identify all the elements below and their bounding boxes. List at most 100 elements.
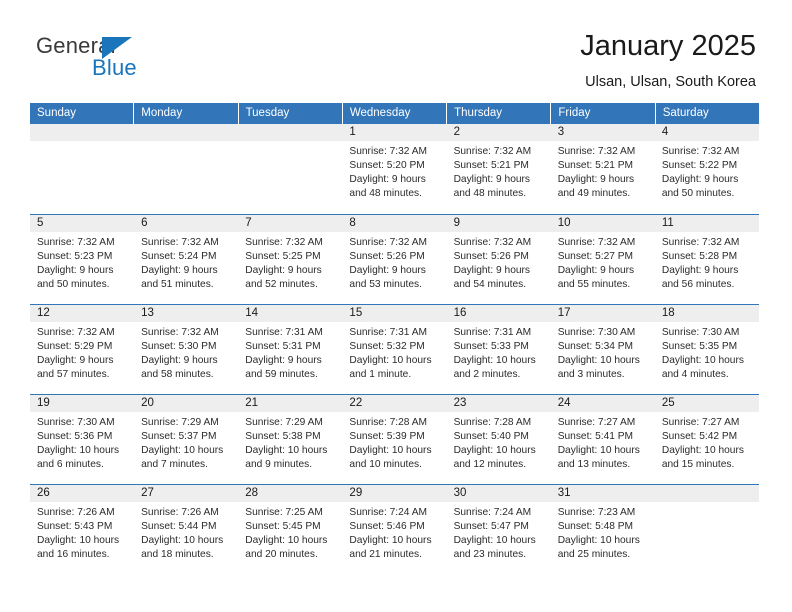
day-number: 8	[342, 215, 447, 232]
day-detail-sunrise: Sunrise: 7:32 AM	[37, 237, 115, 248]
calendar-day-cell[interactable]: 24 Sunrise: 7:27 AM Sunset: 5:41 PM Dayligh…	[550, 395, 655, 484]
calendar-day-cell[interactable]: 18 Sunrise: 7:30 AM Sunset: 5:35 PM Dayligh…	[654, 305, 759, 394]
day-detail-daylight-2: and 12 minutes.	[453, 459, 527, 471]
day-detail-daylight-1: Daylight: 9 hours	[37, 265, 114, 277]
day-detail-daylight-2: and 54 minutes.	[453, 279, 527, 291]
day-detail-sunrise: Sunrise: 7:28 AM	[453, 417, 532, 428]
day-detail-daylight-2: and 53 minutes.	[349, 279, 422, 291]
day-details: Sunrise: 7:32 AM Sunset: 5:24 PM Daylight:…	[134, 232, 238, 292]
calendar-day-cell[interactable]: 16 Sunrise: 7:31 AM Sunset: 5:33 PM Dayligh…	[446, 305, 551, 394]
day-detail-daylight-2: and 48 minutes.	[349, 188, 422, 200]
day-details: Sunrise: 7:28 AM Sunset: 5:40 PM Daylight:…	[447, 412, 551, 472]
day-number: 12	[30, 305, 135, 322]
day-number	[134, 124, 239, 141]
day-details: Sunrise: 7:32 AM Sunset: 5:22 PM Daylight:…	[655, 141, 759, 201]
calendar-day-cell[interactable]: 27 Sunrise: 7:26 AM Sunset: 5:44 PM Dayligh…	[134, 485, 239, 574]
calendar-day-cell[interactable]: 5 Sunrise: 7:32 AM Sunset: 5:23 PM Daylight…	[30, 215, 135, 304]
day-detail-sunrise: Sunrise: 7:32 AM	[557, 237, 636, 248]
day-detail-sunset: Sunset: 5:32 PM	[349, 341, 425, 353]
calendar-day-cell[interactable]: 1 Sunrise: 7:32 AM Sunset: 5:20 PM Daylight…	[342, 124, 447, 214]
day-detail-sunset: Sunset: 5:24 PM	[141, 251, 217, 263]
day-number: 5	[30, 215, 135, 232]
day-detail-sunrise: Sunrise: 7:27 AM	[661, 417, 740, 428]
calendar-day-cell[interactable]: 26 Sunrise: 7:26 AM Sunset: 5:43 PM Dayligh…	[30, 485, 135, 574]
calendar-day-cell[interactable]: 22 Sunrise: 7:28 AM Sunset: 5:39 PM Dayligh…	[342, 395, 447, 484]
day-detail-sunset: Sunset: 5:44 PM	[141, 521, 217, 533]
calendar-day-cell[interactable]: 20 Sunrise: 7:29 AM Sunset: 5:37 PM Dayligh…	[134, 395, 239, 484]
day-detail-sunset: Sunset: 5:30 PM	[141, 341, 217, 353]
calendar-day-cell[interactable]: 14 Sunrise: 7:31 AM Sunset: 5:31 PM Dayligh…	[238, 305, 343, 394]
day-detail-sunrise: Sunrise: 7:31 AM	[349, 327, 428, 338]
calendar-day-cell[interactable]: 30 Sunrise: 7:24 AM Sunset: 5:47 PM Dayligh…	[446, 485, 551, 574]
day-detail-sunrise: Sunrise: 7:31 AM	[453, 327, 532, 338]
calendar-day-cell[interactable]: 31 Sunrise: 7:23 AM Sunset: 5:48 PM Dayligh…	[550, 485, 655, 574]
calendar-day-cell[interactable]: 11 Sunrise: 7:32 AM Sunset: 5:28 PM Dayligh…	[654, 215, 759, 304]
day-number: 15	[342, 305, 447, 322]
calendar-day-cell[interactable]: 12 Sunrise: 7:32 AM Sunset: 5:29 PM Dayligh…	[30, 305, 135, 394]
calendar-day-cell[interactable]: 17 Sunrise: 7:30 AM Sunset: 5:34 PM Dayligh…	[550, 305, 655, 394]
calendar-day-cell[interactable]: 6 Sunrise: 7:32 AM Sunset: 5:24 PM Daylight…	[134, 215, 239, 304]
day-number: 13	[134, 305, 239, 322]
general-blue-logo[interactable]: General Blue	[36, 33, 166, 81]
day-detail-daylight-2: and 21 minutes.	[349, 549, 422, 561]
calendar-day-cell-empty	[30, 124, 135, 214]
calendar-day-cell[interactable]: 2 Sunrise: 7:32 AM Sunset: 5:21 PM Daylight…	[446, 124, 551, 214]
calendar-day-cell[interactable]: 23 Sunrise: 7:28 AM Sunset: 5:40 PM Dayligh…	[446, 395, 551, 484]
calendar-weeks: 1 Sunrise: 7:32 AM Sunset: 5:20 PM Daylight…	[30, 124, 759, 574]
calendar-day-cell[interactable]: 9 Sunrise: 7:32 AM Sunset: 5:26 PM Daylight…	[446, 215, 551, 304]
calendar-day-cell[interactable]: 3 Sunrise: 7:32 AM Sunset: 5:21 PM Daylight…	[550, 124, 655, 214]
calendar-day-cell[interactable]: 29 Sunrise: 7:24 AM Sunset: 5:46 PM Dayligh…	[342, 485, 447, 574]
day-detail-sunrise: Sunrise: 7:32 AM	[141, 327, 219, 338]
calendar-day-cell[interactable]: 15 Sunrise: 7:31 AM Sunset: 5:32 PM Dayligh…	[342, 305, 447, 394]
day-detail-daylight-1: Daylight: 9 hours	[453, 174, 531, 186]
day-detail-sunset: Sunset: 5:41 PM	[557, 431, 634, 443]
day-detail-daylight-1: Daylight: 10 hours	[453, 355, 536, 367]
day-number: 28	[238, 485, 343, 502]
day-detail-sunrise: Sunrise: 7:30 AM	[37, 417, 115, 428]
calendar-week-row: 26 Sunrise: 7:26 AM Sunset: 5:43 PM Dayligh…	[30, 484, 759, 574]
day-detail-sunset: Sunset: 5:48 PM	[557, 521, 634, 533]
day-details: Sunrise: 7:32 AM Sunset: 5:21 PM Daylight:…	[551, 141, 655, 201]
day-detail-sunrise: Sunrise: 7:28 AM	[349, 417, 428, 428]
day-detail-sunrise: Sunrise: 7:31 AM	[245, 327, 323, 338]
day-number: 3	[550, 124, 655, 141]
calendar-day-cell[interactable]: 19 Sunrise: 7:30 AM Sunset: 5:36 PM Dayligh…	[30, 395, 135, 484]
calendar-day-cell[interactable]: 25 Sunrise: 7:27 AM Sunset: 5:42 PM Dayligh…	[654, 395, 759, 484]
calendar-week-row: 1 Sunrise: 7:32 AM Sunset: 5:20 PM Daylight…	[30, 124, 759, 214]
day-detail-daylight-2: and 52 minutes.	[245, 279, 318, 291]
day-details: Sunrise: 7:26 AM Sunset: 5:44 PM Daylight:…	[134, 502, 238, 562]
day-detail-daylight-2: and 58 minutes.	[141, 369, 214, 381]
day-detail-sunset: Sunset: 5:38 PM	[245, 431, 321, 443]
day-detail-sunset: Sunset: 5:20 PM	[349, 160, 425, 172]
day-detail-daylight-1: Daylight: 10 hours	[453, 535, 536, 547]
day-number: 30	[446, 485, 551, 502]
calendar-day-cell[interactable]: 28 Sunrise: 7:25 AM Sunset: 5:45 PM Dayligh…	[238, 485, 343, 574]
calendar-day-cell[interactable]: 4 Sunrise: 7:32 AM Sunset: 5:22 PM Daylight…	[654, 124, 759, 214]
day-detail-sunset: Sunset: 5:31 PM	[245, 341, 321, 353]
day-detail-sunset: Sunset: 5:47 PM	[453, 521, 529, 533]
day-detail-sunset: Sunset: 5:35 PM	[661, 341, 738, 353]
day-detail-sunrise: Sunrise: 7:23 AM	[557, 507, 636, 518]
day-details: Sunrise: 7:23 AM Sunset: 5:48 PM Daylight:…	[551, 502, 655, 562]
day-detail-daylight-2: and 7 minutes.	[141, 459, 208, 471]
day-detail-sunset: Sunset: 5:42 PM	[661, 431, 738, 443]
day-detail-sunset: Sunset: 5:21 PM	[453, 160, 529, 172]
day-detail-daylight-1: Daylight: 10 hours	[557, 535, 640, 547]
day-detail-daylight-2: and 59 minutes.	[245, 369, 318, 381]
calendar-day-cell[interactable]: 21 Sunrise: 7:29 AM Sunset: 5:38 PM Dayligh…	[238, 395, 343, 484]
calendar-day-cell[interactable]: 8 Sunrise: 7:32 AM Sunset: 5:26 PM Daylight…	[342, 215, 447, 304]
day-detail-sunrise: Sunrise: 7:26 AM	[37, 507, 115, 518]
day-detail-sunrise: Sunrise: 7:32 AM	[349, 146, 428, 157]
day-detail-sunset: Sunset: 5:26 PM	[349, 251, 425, 263]
day-detail-daylight-2: and 51 minutes.	[141, 279, 214, 291]
day-detail-daylight-2: and 15 minutes.	[661, 459, 735, 471]
day-detail-sunrise: Sunrise: 7:30 AM	[661, 327, 740, 338]
day-number: 29	[342, 485, 447, 502]
calendar-day-cell[interactable]: 10 Sunrise: 7:32 AM Sunset: 5:27 PM Dayligh…	[550, 215, 655, 304]
day-detail-sunrise: Sunrise: 7:26 AM	[141, 507, 219, 518]
day-detail-daylight-2: and 23 minutes.	[453, 549, 527, 561]
calendar-day-cell[interactable]: 7 Sunrise: 7:32 AM Sunset: 5:25 PM Daylight…	[238, 215, 343, 304]
day-detail-daylight-1: Daylight: 10 hours	[349, 535, 432, 547]
calendar-day-cell[interactable]: 13 Sunrise: 7:32 AM Sunset: 5:30 PM Dayligh…	[134, 305, 239, 394]
day-detail-daylight-1: Daylight: 10 hours	[245, 445, 328, 457]
